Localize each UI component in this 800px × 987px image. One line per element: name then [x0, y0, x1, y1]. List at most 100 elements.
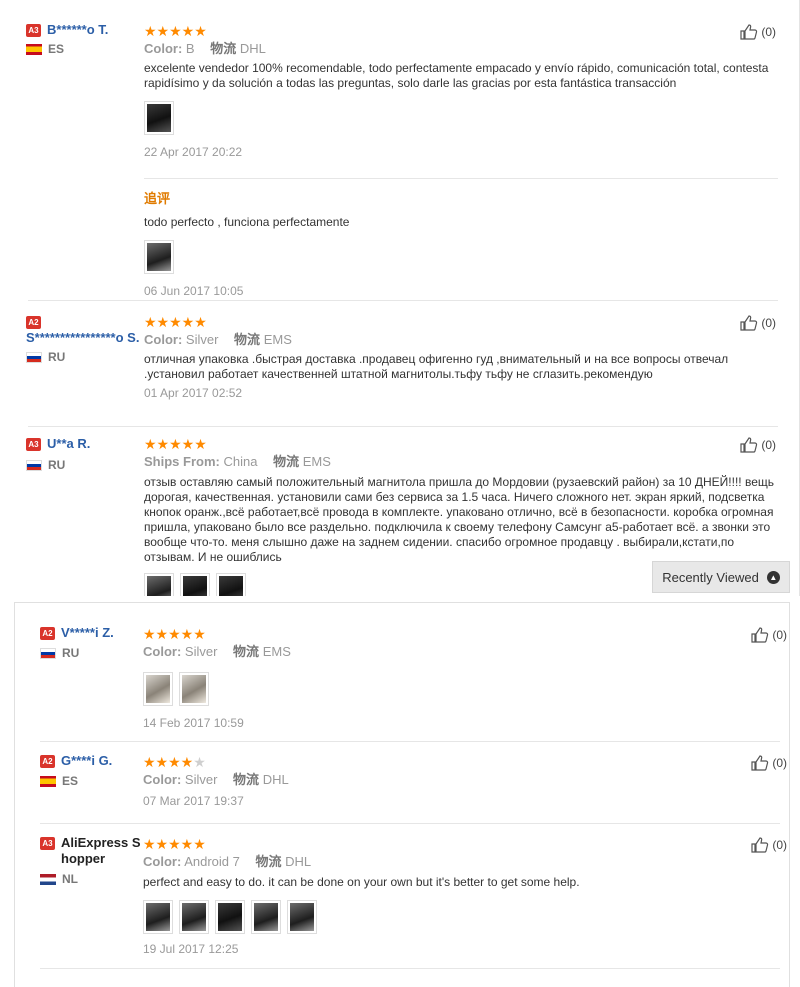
thumbs-up-icon [751, 755, 769, 771]
buyer-info: A3 B******o T. ES [26, 22, 134, 56]
shipping-label: 物流 [210, 41, 237, 56]
buyer-level-badge: A2 [40, 755, 55, 768]
review-image-thumbnail[interactable] [143, 672, 173, 706]
review-content: ★★★★★ Color: Silver 物流 DHL 07 Mar 2017 1… [143, 755, 773, 808]
buyer-name[interactable]: AliExpress Shopper [61, 835, 148, 867]
buyer-country: RU [26, 350, 134, 364]
divider [144, 178, 778, 179]
followup-images [144, 240, 774, 274]
order-attributes: Color: Android 7 物流 DHL [143, 854, 773, 870]
review-text: отличная упаковка .быстрая доставка .про… [144, 352, 729, 381]
shipping-value: DHL [262, 772, 289, 787]
shipping-value: DHL [285, 854, 312, 869]
buyer-info: A3 U**a R. RU [26, 436, 134, 472]
country-code: ES [62, 774, 79, 788]
review-date: 01 Apr 2017 02:52 [144, 386, 243, 400]
reviews-sheet-top: A3 B******o T. ES ★★★★★ Color: B 物流 DHL … [14, 0, 800, 596]
buyer-info: A2 V*****i Z. RU [40, 625, 148, 660]
helpful-count: (0) [761, 25, 776, 39]
shipping-label: 物流 [233, 644, 260, 659]
review-image-thumbnail[interactable] [287, 900, 317, 934]
star-rating: ★★★★★ [144, 23, 207, 39]
buyer-country: ES [26, 42, 134, 56]
buyer-info: A2 G****i G. ES [40, 753, 148, 788]
thumbs-up-icon [740, 315, 758, 331]
reviews-panel-bottom: A2 V*****i Z. RU ★★★★★ Color: Silver 物流 … [0, 602, 800, 987]
review-item: A3 B******o T. ES ★★★★★ Color: B 物流 DHL … [14, 0, 800, 300]
review-image-thumbnail[interactable] [180, 573, 210, 596]
buyer-level-badge: A2 [40, 627, 55, 640]
star-rating: ★★★★★ [143, 836, 206, 852]
review-content: ★★★★★ Color: Silver 物流 EMS отличная упак… [144, 315, 774, 400]
reviews-sheet-bottom: A2 V*****i Z. RU ★★★★★ Color: Silver 物流 … [14, 602, 790, 987]
country-code: RU [48, 458, 66, 472]
helpful-count: (0) [761, 316, 776, 330]
spain-flag-icon [40, 775, 56, 787]
chevron-up-icon: ▲ [766, 570, 780, 584]
buyer-level-badge: A3 [40, 837, 55, 850]
helpful-button[interactable]: (0) [740, 437, 776, 453]
thumbs-up-icon [740, 24, 758, 40]
review-image-thumbnail[interactable] [215, 900, 245, 934]
russia-flag-icon [26, 459, 42, 471]
review-image-thumbnail[interactable] [143, 900, 173, 934]
buyer-level-badge: A3 [26, 24, 41, 37]
country-code: RU [48, 350, 66, 364]
order-attributes: Ships From: China 物流 EMS [144, 454, 774, 470]
attr-label: Ships From: [144, 454, 220, 469]
recently-viewed-label: Recently Viewed [662, 569, 759, 585]
helpful-button[interactable]: (0) [740, 315, 776, 331]
order-attributes: Color: Silver 物流 EMS [144, 332, 774, 348]
helpful-button[interactable]: (0) [751, 627, 787, 643]
review-date: 19 Jul 2017 12:25 [143, 942, 239, 956]
country-code: RU [62, 646, 80, 660]
helpful-count: (0) [772, 628, 787, 642]
russia-flag-icon [26, 351, 42, 363]
review-date: 07 Mar 2017 19:37 [143, 794, 244, 808]
buyer-name[interactable]: V*****i Z. [61, 625, 114, 641]
review-image-thumbnail[interactable] [179, 900, 209, 934]
buyer-info: A3 AliExpress Shopper NL [40, 835, 148, 886]
shipping-label: 物流 [234, 332, 261, 347]
review-images [144, 101, 774, 135]
attr-value: B [185, 41, 195, 56]
review-item: A3 AliExpress Shopper NL ★★★★★ Color: An… [15, 823, 800, 968]
buyer-name[interactable]: G****i G. [61, 753, 112, 769]
recently-viewed-tab[interactable]: Recently Viewed ▲ [652, 561, 790, 593]
review-image-thumbnail[interactable] [144, 573, 174, 596]
thumbs-up-icon [751, 837, 769, 853]
helpful-button[interactable]: (0) [751, 837, 787, 853]
attr-value: Android 7 [184, 854, 240, 869]
review-image-thumbnail[interactable] [144, 240, 174, 274]
buyer-name[interactable]: U**a R. [47, 436, 90, 452]
review-images [143, 672, 773, 706]
spain-flag-icon [26, 43, 42, 55]
buyer-info: A2 S****************o S. RU [26, 314, 139, 364]
review-image-thumbnail[interactable] [251, 900, 281, 934]
followup-label: 追评 [144, 191, 171, 206]
star-rating: ★★★★★ [144, 436, 207, 452]
review-image-thumbnail[interactable] [216, 573, 246, 596]
order-attributes: Color: Silver 物流 DHL [143, 772, 773, 788]
buyer-name[interactable]: S****************o S. [26, 330, 196, 346]
helpful-button[interactable]: (0) [740, 24, 776, 40]
reviews-panel-top: A3 B******o T. ES ★★★★★ Color: B 物流 DHL … [0, 0, 800, 596]
star-rating: ★★★★★ [143, 626, 206, 642]
helpful-count: (0) [772, 756, 787, 770]
buyer-name[interactable]: B******o T. [47, 22, 108, 38]
review-image-thumbnail[interactable] [144, 101, 174, 135]
russia-flag-icon [40, 647, 56, 659]
attr-label: Color: [144, 41, 183, 56]
shipping-label: 物流 [273, 454, 300, 469]
review-image-thumbnail[interactable] [179, 672, 209, 706]
review-text: отзыв оставляю самый положительный магни… [144, 475, 775, 564]
review-text: excelente vendedor 100% recomendable, to… [144, 61, 769, 90]
buyer-country: NL [40, 872, 148, 886]
helpful-button[interactable]: (0) [751, 755, 787, 771]
review-content: ★★★★★ Color: B 物流 DHL excelente vendedor… [144, 24, 774, 159]
star-rating: ★★★★★ [143, 754, 206, 770]
review-images [143, 900, 773, 934]
review-item: A2 V*****i Z. RU ★★★★★ Color: Silver 物流 … [15, 603, 800, 741]
buyer-country: RU [40, 646, 148, 660]
buyer-level-badge: A2 [26, 316, 41, 329]
